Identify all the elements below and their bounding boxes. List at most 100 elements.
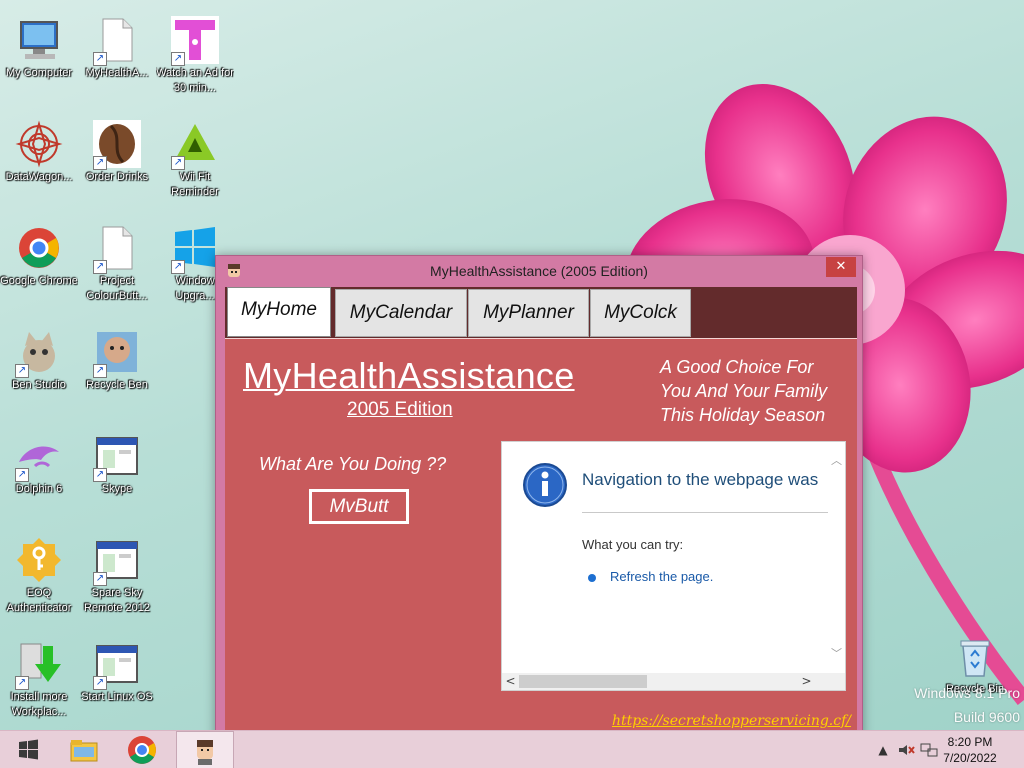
taskbar-file-explorer[interactable] <box>56 731 114 768</box>
horizontal-scrollbar[interactable]: < > <box>502 673 845 690</box>
show-hidden-icons-button[interactable]: ▲ <box>874 741 892 759</box>
slogan-line: A Good Choice For <box>660 357 814 377</box>
chevron-left-icon[interactable]: < <box>502 673 519 690</box>
close-button[interactable]: ✕ <box>826 257 856 277</box>
chevron-right-icon[interactable]: > <box>798 673 815 690</box>
shortcut-arrow-icon: ↗ <box>171 260 185 274</box>
chrome-icon <box>128 736 156 764</box>
os-watermark-build: Build 9600 <box>953 709 1020 725</box>
shortcut-arrow-icon: ↗ <box>15 468 29 482</box>
desktop-icon-label: DataWagon... <box>5 171 73 183</box>
install-arrow-icon: ↗ <box>15 640 63 690</box>
desktop-icon-label: Start Linux OS <box>81 691 153 703</box>
desktop-icon-label: My Computer <box>5 67 73 79</box>
chevron-up-icon[interactable]: ︿ <box>830 454 843 467</box>
desktop-icon[interactable]: ↗ Wii Fit Reminder <box>156 112 234 212</box>
windows-logo-icon <box>19 739 38 760</box>
desktop-icon[interactable]: ↗ Skype <box>78 424 156 524</box>
desktop-icon[interactable]: Google Chrome <box>0 216 78 316</box>
shortcut-arrow-icon: ↗ <box>93 364 107 378</box>
bullet-icon <box>588 574 596 582</box>
taskbar-myhealthassistance[interactable] <box>176 731 234 768</box>
os-watermark-edition: Windows 8.1 Pro <box>914 685 1020 701</box>
tab-myplanner[interactable]: MyPlanner <box>468 289 589 337</box>
shortcut-arrow-icon: ↗ <box>171 52 185 66</box>
folder-icon <box>70 740 98 762</box>
face-icon: ↗ <box>93 328 141 378</box>
mvbutt-button[interactable]: MvButt <box>309 489 409 524</box>
document-icon: ↗ <box>93 16 141 66</box>
desktop-icon-label: Dolphin 6 <box>15 483 63 495</box>
desktop-icon[interactable]: ↗ Spare Sky Remote 2012 <box>78 528 156 628</box>
mandala-icon <box>15 120 63 168</box>
shortcut-arrow-icon: ↗ <box>93 572 107 586</box>
app-avatar-icon <box>197 740 213 765</box>
what-you-can-try-label: What you can try: <box>582 537 684 552</box>
desktop-icon[interactable]: ↗ Project ColourButt... <box>78 216 156 316</box>
desktop-icon[interactable]: ↗ MyHealthA... <box>78 8 156 108</box>
desktop-icon[interactable]: ↗ Dolphin 6 <box>0 424 78 524</box>
refresh-page-link[interactable]: Refresh the page. <box>610 569 713 584</box>
desktop-icon[interactable]: EOQ Authenticator <box>0 528 78 628</box>
question-label: What Are You Doing ?? <box>259 454 447 474</box>
clock-time: 8:20 PM <box>947 735 993 749</box>
chevron-down-icon[interactable]: ﹀ <box>830 647 843 660</box>
window-title: MyHealthAssistance (2005 Edition) <box>430 263 648 279</box>
window-client: MyHome MyCalendar MyPlanner MyColck MyHe… <box>225 287 857 735</box>
scrollbar-thumb[interactable] <box>519 675 647 688</box>
start-button[interactable] <box>0 731 58 768</box>
app-title: MyHealthAssistance <box>243 355 575 396</box>
chrome-icon <box>15 224 63 272</box>
navigation-error-message: Navigation to the webpage was <box>582 470 819 489</box>
window-app-icon: ↗ <box>93 536 141 586</box>
shortcut-arrow-icon: ↗ <box>93 260 107 274</box>
shortcut-arrow-icon: ↗ <box>171 156 185 170</box>
desktop-icon[interactable]: ↗ Order Drinks <box>78 112 156 212</box>
recycle-bin-icon <box>951 632 999 680</box>
taskbar: ▲ 8:20 PM 7/20/2022 <box>0 730 1024 768</box>
key-badge-icon <box>15 536 63 584</box>
shortcut-arrow-icon: ↗ <box>15 364 29 378</box>
shortcut-arrow-icon: ↗ <box>93 676 107 690</box>
tab-mycalendar[interactable]: MyCalendar <box>335 289 467 337</box>
desktop-icon-label: Google Chrome <box>0 275 78 287</box>
desktop-icon-label: Project ColourButt... <box>86 275 148 302</box>
app-avatar-icon <box>228 264 240 277</box>
info-icon <box>523 463 567 507</box>
desktop-icon-label: Skype <box>101 483 133 495</box>
t-logo-icon: ↗ <box>171 16 219 66</box>
system-clock[interactable]: 8:20 PM 7/20/2022 <box>930 734 1010 766</box>
slogan-line: You And Your Family <box>660 381 828 401</box>
desktop-icon-label: Spare Sky Remote 2012 <box>83 587 151 614</box>
slogan: A Good Choice For You And Your Family Th… <box>660 355 850 427</box>
tab-strip: MyHome MyCalendar MyPlanner MyColck <box>225 287 857 338</box>
tab-mycolck[interactable]: MyColck <box>590 289 691 337</box>
dolphin-icon: ↗ <box>15 432 63 482</box>
vertical-scrollbar[interactable]: ︿ ﹀ <box>828 442 845 674</box>
shortcut-arrow-icon: ↗ <box>93 468 107 482</box>
shortcut-arrow-icon: ↗ <box>93 52 107 66</box>
desktop-icon[interactable]: ↗ Install more Workplac... <box>0 632 78 732</box>
slogan-line: This Holiday Season <box>660 405 826 425</box>
desktop-icon-label: Wii Fit Reminder <box>171 171 219 198</box>
desktop-icon[interactable]: ↗ Start Linux OS <box>78 632 156 732</box>
volume-muted-icon[interactable] <box>897 741 915 759</box>
desktop-icon[interactable]: My Computer <box>0 8 78 108</box>
window-titlebar[interactable]: MyHealthAssistance (2005 Edition) ✕ <box>216 256 862 286</box>
embedded-web-browser[interactable]: Navigation to the webpage was What you c… <box>501 441 846 691</box>
desktop-icon[interactable]: ↗ Ben Studio <box>0 320 78 420</box>
desktop-icon-label: Order Drinks <box>85 171 149 183</box>
url-link[interactable]: https://secretshopperservicing.cf/ <box>612 713 851 729</box>
desktop-icon[interactable]: DataWagon... <box>0 112 78 212</box>
desktop-icon[interactable]: ↗ Watch an Ad for 30 min... <box>156 8 234 108</box>
cat-icon: ↗ <box>15 328 63 378</box>
desktop-icon-label: MyHealthA... <box>85 67 149 79</box>
desktop-icon-label: Recycle Ben <box>86 379 148 391</box>
document-icon: ↗ <box>93 224 141 274</box>
window-app-icon: ↗ <box>93 432 141 482</box>
taskbar-chrome[interactable] <box>114 731 172 768</box>
desktop-icon[interactable]: ↗ Recycle Ben <box>78 320 156 420</box>
tab-content-myhome: MyHealthAssistance 2005 Edition A Good C… <box>225 338 857 735</box>
tab-myhome[interactable]: MyHome <box>227 287 331 337</box>
windows-logo-icon: ↗ <box>171 224 219 274</box>
